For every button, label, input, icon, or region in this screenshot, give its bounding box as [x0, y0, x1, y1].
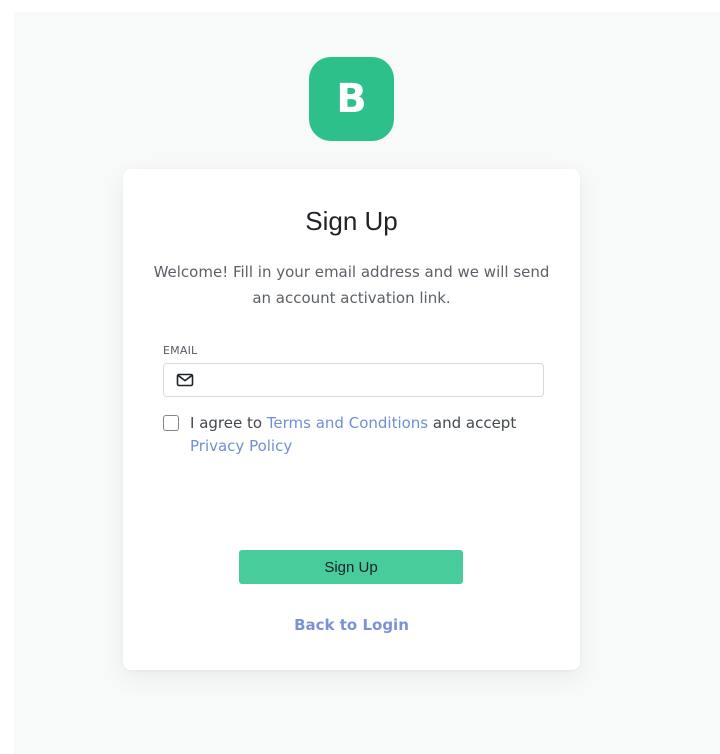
email-field[interactable] [163, 363, 544, 398]
agreement-prefix: I agree to [190, 414, 267, 432]
envelope-icon [176, 373, 194, 387]
email-label: EMAIL [163, 344, 198, 357]
intro-text: Welcome! Fill in your email address and … [153, 263, 550, 307]
back-to-login-link[interactable]: Back to Login [123, 616, 580, 634]
logo-letter: B [336, 76, 367, 122]
agreement-middle: and accept [428, 414, 517, 432]
terms-link[interactable]: Terms and Conditions [267, 414, 428, 432]
brand-logo: B [309, 57, 394, 141]
agree-checkbox[interactable] [163, 415, 179, 431]
signup-card: Sign Up Welcome! Fill in your email addr… [123, 169, 580, 670]
email-input[interactable] [204, 364, 538, 398]
signup-button[interactable]: Sign Up [239, 550, 463, 584]
page-title: Sign Up [305, 206, 398, 236]
privacy-link[interactable]: Privacy Policy [190, 437, 292, 455]
agreement-text: I agree to Terms and Conditions and acce… [190, 412, 520, 458]
